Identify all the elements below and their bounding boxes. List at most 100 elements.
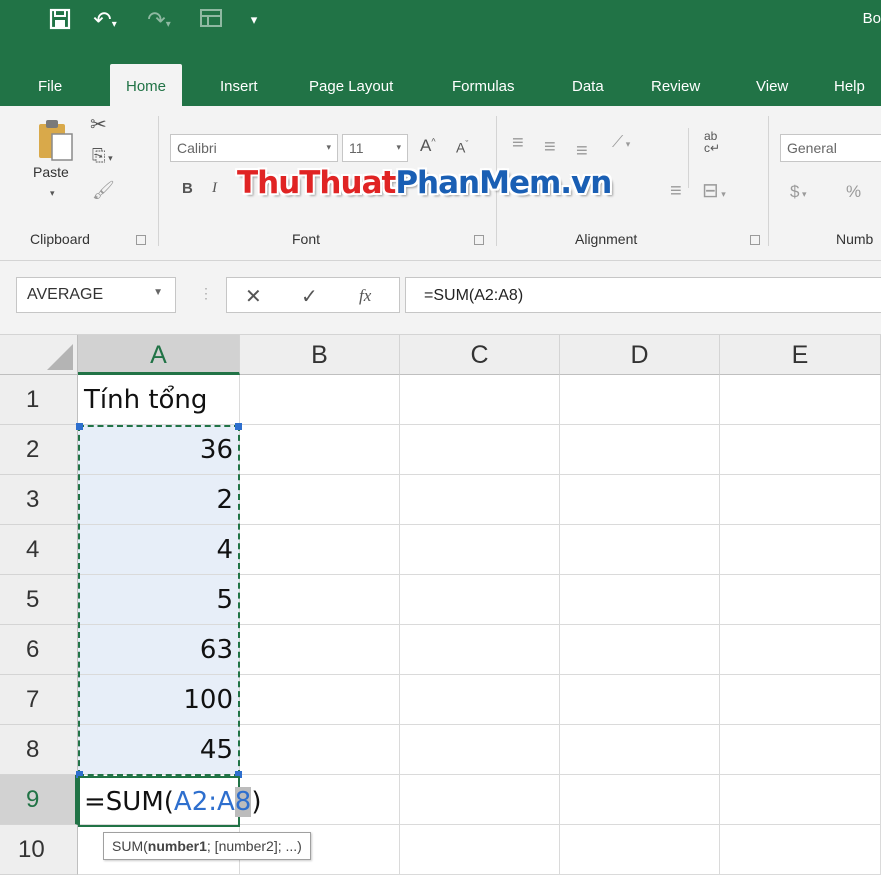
cell-a2[interactable]: 36	[78, 425, 240, 475]
cell-edit-text[interactable]: =SUM(A2:A8)	[84, 782, 261, 822]
row-header[interactable]: 4	[0, 525, 78, 575]
cell-b2[interactable]	[240, 425, 400, 475]
paste-dropdown-icon[interactable]: ▾	[50, 188, 55, 199]
cell-e8[interactable]	[720, 725, 881, 775]
cell-e4[interactable]	[720, 525, 881, 575]
bold-button[interactable]: B	[182, 180, 193, 197]
grip-icon[interactable]: ⋮	[199, 285, 213, 302]
cell-d5[interactable]	[560, 575, 720, 625]
cell-c5[interactable]	[400, 575, 560, 625]
save-icon[interactable]	[48, 8, 72, 32]
form-icon[interactable]	[198, 8, 224, 32]
tab-data[interactable]: Data	[572, 78, 604, 95]
cell-a6[interactable]: 63	[78, 625, 240, 675]
customize-icon[interactable]: ▾	[246, 8, 262, 32]
alignment-launcher-icon[interactable]	[750, 235, 760, 245]
column-header-e[interactable]: E	[720, 335, 881, 375]
cell-d7[interactable]	[560, 675, 720, 725]
cell-d2[interactable]	[560, 425, 720, 475]
function-tooltip[interactable]: SUM(number1; [number2]; ...)	[103, 832, 311, 860]
tab-page-layout[interactable]: Page Layout	[309, 78, 393, 95]
cell-d1[interactable]	[560, 375, 720, 425]
wrap-text-icon[interactable]: ab c↵	[704, 130, 720, 154]
percent-button[interactable]: %	[846, 182, 861, 202]
cell-c6[interactable]	[400, 625, 560, 675]
format-painter-icon[interactable]: 🖌	[92, 180, 115, 201]
shrink-font-icon[interactable]: Aˇ	[456, 139, 468, 156]
cell-b3[interactable]	[240, 475, 400, 525]
formula-input[interactable]: =SUM(A2:A8)	[405, 277, 881, 313]
undo-icon[interactable]: ↶▾	[88, 8, 122, 32]
clipboard-launcher-icon[interactable]	[136, 235, 146, 245]
cell-b9[interactable]	[240, 775, 400, 825]
cell-a7[interactable]: 100	[78, 675, 240, 725]
cell-d6[interactable]	[560, 625, 720, 675]
paste-icon[interactable]	[36, 118, 76, 166]
cell-e1[interactable]	[720, 375, 881, 425]
row-header[interactable]: 7	[0, 675, 78, 725]
currency-button[interactable]: $ ▾	[790, 182, 807, 202]
cell-d10[interactable]	[560, 825, 720, 875]
cell-c4[interactable]	[400, 525, 560, 575]
tab-formulas[interactable]: Formulas	[452, 78, 515, 95]
align-top-icon[interactable]: ≡	[512, 132, 524, 155]
select-all-button[interactable]	[0, 335, 78, 375]
name-box[interactable]: AVERAGE ▼	[16, 277, 176, 313]
paste-button[interactable]: Paste	[33, 164, 69, 180]
font-launcher-icon[interactable]	[474, 235, 484, 245]
tab-home[interactable]: Home	[110, 64, 183, 106]
cell-e9[interactable]	[720, 775, 881, 825]
cell-e7[interactable]	[720, 675, 881, 725]
tab-review[interactable]: Review	[651, 78, 700, 95]
cut-icon[interactable]: ✂	[90, 112, 107, 137]
row-header[interactable]: 3	[0, 475, 78, 525]
cell-e10[interactable]	[720, 825, 881, 875]
tab-insert[interactable]: Insert	[220, 78, 258, 95]
cell-b8[interactable]	[240, 725, 400, 775]
cell-e3[interactable]	[720, 475, 881, 525]
column-header-a[interactable]: A	[78, 335, 240, 375]
cell-b7[interactable]	[240, 675, 400, 725]
cell-a3[interactable]: 2	[78, 475, 240, 525]
row-header[interactable]: 1	[0, 375, 78, 425]
row-header[interactable]: 6	[0, 625, 78, 675]
tab-help[interactable]: Help	[834, 78, 865, 95]
cell-d4[interactable]	[560, 525, 720, 575]
cell-c3[interactable]	[400, 475, 560, 525]
copy-icon[interactable]: ⎘ ▾	[92, 146, 113, 166]
column-header-c[interactable]: C	[400, 335, 560, 375]
number-format-combo[interactable]: General	[780, 134, 881, 162]
cell-c8[interactable]	[400, 725, 560, 775]
cell-a1[interactable]: Tính tổng	[78, 375, 240, 425]
cell-d8[interactable]	[560, 725, 720, 775]
enter-icon[interactable]: ✓	[301, 284, 318, 309]
column-header-d[interactable]: D	[560, 335, 720, 375]
cell-c7[interactable]	[400, 675, 560, 725]
cell-d3[interactable]	[560, 475, 720, 525]
cell-e2[interactable]	[720, 425, 881, 475]
cell-e5[interactable]	[720, 575, 881, 625]
align-bottom-icon[interactable]: ≡	[576, 140, 588, 163]
grow-font-icon[interactable]: A^	[420, 136, 436, 156]
align-right-icon[interactable]: ≡	[670, 180, 682, 203]
cell-b5[interactable]	[240, 575, 400, 625]
merge-cells-icon[interactable]: ⊟ ▾	[702, 178, 726, 203]
italic-button[interactable]: I	[212, 180, 217, 197]
cell-b1[interactable]	[240, 375, 400, 425]
cell-c1[interactable]	[400, 375, 560, 425]
cell-b4[interactable]	[240, 525, 400, 575]
cancel-icon[interactable]: ✕	[245, 284, 262, 309]
orientation-icon[interactable]: ⟋ ▾	[612, 134, 630, 152]
cell-e6[interactable]	[720, 625, 881, 675]
chevron-down-icon[interactable]: ▼	[153, 287, 163, 298]
row-header[interactable]: 5	[0, 575, 78, 625]
cell-a5[interactable]: 5	[78, 575, 240, 625]
cell-d9[interactable]	[560, 775, 720, 825]
insert-function-icon[interactable]: fx	[359, 286, 371, 306]
row-header[interactable]: 8	[0, 725, 78, 775]
cell-c10[interactable]	[400, 825, 560, 875]
font-name-combo[interactable]: Calibri ▾	[170, 134, 338, 162]
row-header[interactable]: 9	[0, 775, 78, 825]
tab-file[interactable]: File	[38, 78, 62, 95]
cell-b6[interactable]	[240, 625, 400, 675]
